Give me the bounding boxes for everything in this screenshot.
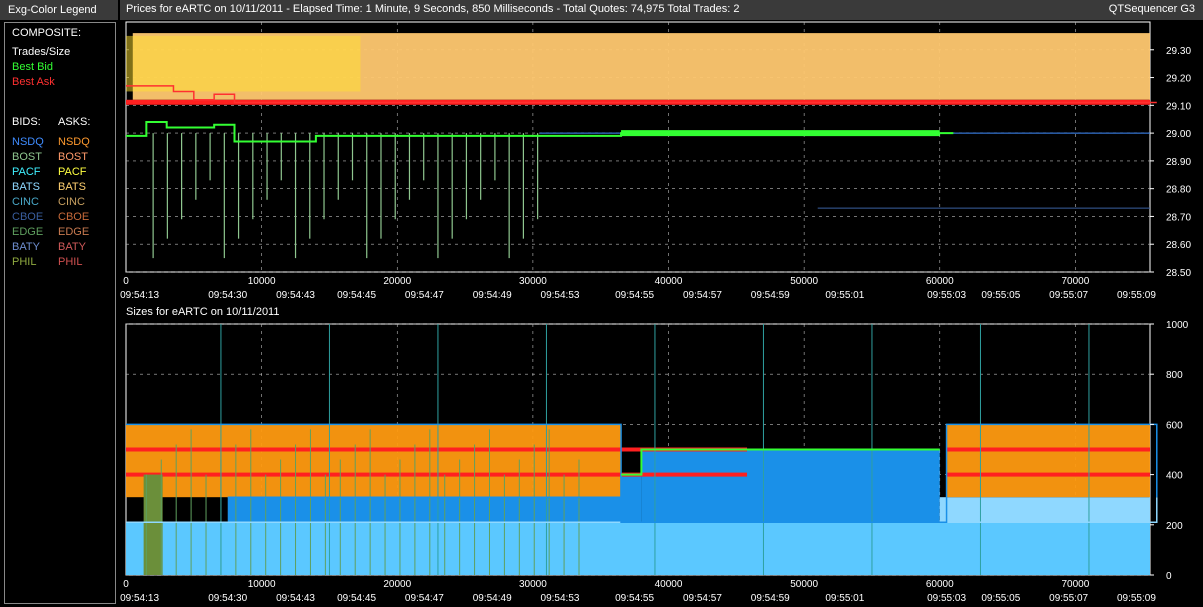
price-time-label: 09:54:43 (276, 290, 315, 301)
price-x-tick-label: 70000 (1061, 276, 1089, 287)
size-x-tick-label: 70000 (1061, 579, 1089, 590)
size-time-label: 09:54:53 (541, 593, 580, 604)
size-x-tick-label: 30000 (519, 579, 547, 590)
size-y-tick-label: 200 (1166, 521, 1183, 532)
price-x-tick-label: 10000 (248, 276, 276, 287)
price-y-tick-label: 28.60 (1166, 240, 1191, 251)
size-time-label: 09:55:09 (1117, 593, 1156, 604)
size-time-label: 09:54:43 (276, 593, 315, 604)
price-x-tick-label: 0 (123, 276, 129, 287)
size-time-label: 09:54:13 (120, 593, 159, 604)
price-time-label: 09:54:53 (541, 290, 580, 301)
price-time-label: 09:54:59 (751, 290, 790, 301)
size-time-label: 09:54:55 (615, 593, 654, 604)
size-ask-band (946, 472, 1150, 477)
size-time-label: 09:55:03 (927, 593, 966, 604)
price-chart: 28.50 28.60 28.70 28.80 28.90 29.00 29.10 29.20… (120, 21, 1191, 301)
size-x-tick-label: 0 (123, 579, 129, 590)
price-time-label: 09:55:09 (1117, 290, 1156, 301)
price-time-label: 09:55:01 (825, 290, 864, 301)
charts-canvas: 28.50 28.60 28.70 28.80 28.90 29.00 29.10 29.20… (120, 21, 1191, 604)
price-time-label: 09:54:45 (337, 290, 376, 301)
size-y-tick-label: 0 (1166, 571, 1172, 582)
size-y-tick-label: 400 (1166, 471, 1183, 482)
size-time-label: 09:54:49 (473, 593, 512, 604)
price-y-tick-label: 28.90 (1166, 157, 1191, 168)
price-time-label: 09:54:13 (120, 290, 159, 301)
price-early-ask-band (126, 35, 361, 92)
size-x-tick-label: 60000 (926, 579, 954, 590)
size-nsdq-block (641, 449, 940, 523)
size-x-tick-label: 50000 (790, 579, 818, 590)
price-x-tick-label: 30000 (519, 276, 547, 287)
size-time-label: 09:55:05 (981, 593, 1020, 604)
size-bats-block (939, 497, 1150, 523)
price-time-label: 09:55:03 (927, 290, 966, 301)
size-bats-depth (126, 522, 1150, 575)
size-x-tick-label: 20000 (383, 579, 411, 590)
size-x-tick-label: 40000 (655, 579, 683, 590)
size-nsdq-step (621, 474, 642, 523)
price-time-label: 09:54:57 (683, 290, 722, 301)
price-time-label: 09:55:05 (981, 290, 1020, 301)
size-y-tick-label: 600 (1166, 420, 1183, 431)
size-time-label: 09:54:47 (405, 593, 444, 604)
size-time-label: 09:54:30 (208, 593, 247, 604)
size-ask-band (126, 472, 748, 477)
size-chart: 020040060080010000 10000 20000 30000 40000 50… (120, 320, 1189, 604)
price-y-tick-label: 29.10 (1166, 101, 1191, 112)
price-x-tick-label: 20000 (383, 276, 411, 287)
price-y-tick-label: 29.30 (1166, 46, 1191, 57)
price-time-label: 09:54:47 (405, 290, 444, 301)
size-y-tick-label: 1000 (1166, 320, 1189, 331)
size-ask-band (946, 447, 1150, 452)
price-y-tick-label: 28.50 (1166, 268, 1191, 279)
price-x-tick-label: 50000 (790, 276, 818, 287)
price-y-tick-label: 28.80 (1166, 185, 1191, 196)
size-time-label: 09:54:57 (683, 593, 722, 604)
size-time-label: 09:54:45 (337, 593, 376, 604)
size-ask-depth-late (946, 424, 1150, 498)
size-nsdq-depth (227, 497, 622, 523)
price-y-tick-label: 28.70 (1166, 212, 1191, 223)
size-time-label: 09:55:01 (825, 593, 864, 604)
size-y-tick-label: 800 (1166, 370, 1183, 381)
price-time-label: 09:54:30 (208, 290, 247, 301)
price-time-label: 09:54:55 (615, 290, 654, 301)
size-time-label: 09:55:07 (1049, 593, 1088, 604)
price-x-tick-label: 60000 (926, 276, 954, 287)
price-time-label: 09:54:49 (473, 290, 512, 301)
size-x-tick-label: 10000 (248, 579, 276, 590)
price-x-tick-label: 40000 (655, 276, 683, 287)
price-y-tick-label: 29.00 (1166, 129, 1191, 140)
price-time-label: 09:55:07 (1049, 290, 1088, 301)
price-y-tick-label: 29.20 (1166, 74, 1191, 85)
size-time-label: 09:54:59 (751, 593, 790, 604)
